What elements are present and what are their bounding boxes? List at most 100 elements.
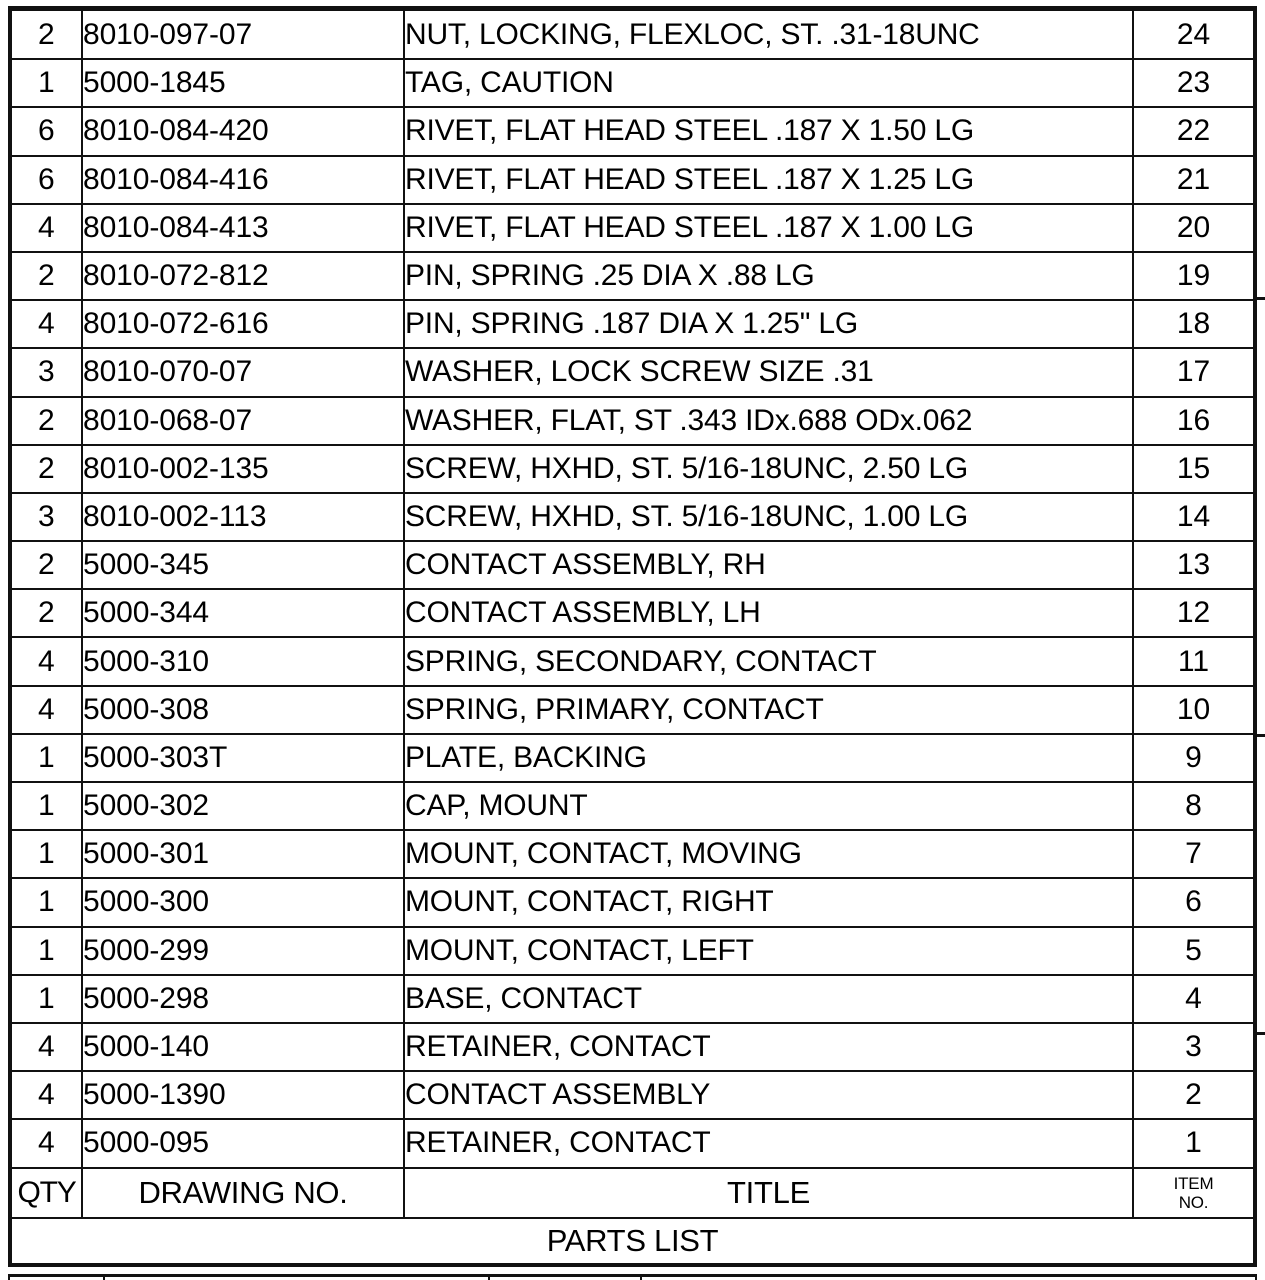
cell-qty: 4	[12, 1021, 83, 1073]
parts-list-row: 1 5000-299 MOUNT, CONTACT, LEFT 5	[12, 925, 1253, 976]
parts-list-row: 2 5000-345 CONTACT ASSEMBLY, RH 13	[12, 540, 1253, 591]
cell-drawing-no: 8010-002-135	[81, 443, 405, 494]
cell-title: RIVET, FLAT HEAD STEEL .187 X 1.00 LG	[403, 202, 1134, 253]
cell-drawing-no: 5000-301	[81, 829, 405, 880]
parts-list-row: 1 5000-298 BASE, CONTACT 4	[12, 973, 1253, 1024]
cell-qty: 3	[12, 347, 83, 398]
cell-qty: 1	[12, 58, 83, 109]
cell-drawing-no: 8010-072-812	[81, 250, 405, 302]
cell-title: RETAINER, CONTACT	[403, 1118, 1134, 1169]
cell-qty: 1	[12, 732, 83, 784]
cell-qty: 3	[12, 491, 83, 543]
parts-list-row: 6 8010-084-416 RIVET, FLAT HEAD STEEL .187…	[12, 154, 1253, 205]
cell-title: BASE, CONTACT	[403, 973, 1134, 1024]
cell-title: WASHER, FLAT, ST .343 IDx.688 ODx.062	[403, 395, 1134, 446]
cell-drawing-no: 5000-1845	[81, 58, 405, 109]
cell-title: CONTACT ASSEMBLY	[403, 1070, 1134, 1121]
cell-item-no: 18	[1132, 299, 1253, 350]
cell-item-no: 10	[1132, 684, 1253, 735]
cell-qty: 1	[12, 877, 83, 928]
parts-list-row: 6 8010-084-420 RIVET, FLAT HEAD STEEL .187…	[12, 106, 1253, 157]
parts-list-row: 1 5000-1845 TAG, CAUTION 23	[12, 58, 1253, 109]
cell-qty: 1	[12, 829, 83, 880]
cell-drawing-no: 8010-072-616	[81, 299, 405, 350]
cell-title: SCREW, HXHD, ST. 5/16-18UNC, 1.00 LG	[403, 491, 1134, 543]
sheet-zone-tick	[1257, 1032, 1265, 1035]
cell-drawing-no: 5000-310	[81, 636, 405, 687]
parts-list-row: 2 8010-002-135 SCREW, HXHD, ST. 5/16-18UNC…	[12, 443, 1253, 494]
cell-qty: 2	[12, 588, 83, 639]
cell-qty: 4	[12, 684, 83, 735]
cell-qty: 4	[12, 636, 83, 687]
parts-list-header-row: QTY DRAWING NO. TITLE ITEM NO.	[12, 1166, 1253, 1219]
title-block-sliver	[8, 1274, 1257, 1280]
parts-list-row: 2 8010-097-07 NUT, LOCKING, FLEXLOC, ST. .…	[12, 11, 1253, 61]
cell-item-no: 12	[1132, 588, 1253, 639]
cell-qty: 4	[12, 299, 83, 350]
header-item-no-line1: ITEM	[1173, 1173, 1214, 1193]
parts-list-row: 4 5000-140 RETAINER, CONTACT 3	[12, 1021, 1253, 1073]
cell-drawing-no: 5000-299	[81, 925, 405, 976]
drawing-sheet: 2 8010-097-07 NUT, LOCKING, FLEXLOC, ST. .…	[0, 0, 1265, 1280]
cell-qty: 2	[12, 443, 83, 494]
cell-item-no: 14	[1132, 491, 1253, 543]
cell-drawing-no: 5000-1390	[81, 1070, 405, 1121]
cell-title: PLATE, BACKING	[403, 732, 1134, 784]
parts-list-row: 1 5000-301 MOUNT, CONTACT, MOVING 7	[12, 829, 1253, 880]
header-item-no: ITEM NO.	[1132, 1166, 1253, 1219]
cell-qty: 4	[12, 1070, 83, 1121]
cell-item-no: 11	[1132, 636, 1253, 687]
cell-drawing-no: 5000-298	[81, 973, 405, 1024]
parts-list-table: 2 8010-097-07 NUT, LOCKING, FLEXLOC, ST. .…	[12, 11, 1253, 1263]
cell-item-no: 16	[1132, 395, 1253, 446]
cell-title: MOUNT, CONTACT, RIGHT	[403, 877, 1134, 928]
cell-item-no: 2	[1132, 1070, 1253, 1121]
parts-list-row: 4 5000-310 SPRING, SECONDARY, CONTACT 11	[12, 636, 1253, 687]
cell-drawing-no: 5000-345	[81, 540, 405, 591]
cell-title: TAG, CAUTION	[403, 58, 1134, 109]
header-drawing-no: DRAWING NO.	[81, 1166, 405, 1219]
cell-drawing-no: 5000-300	[81, 877, 405, 928]
cell-drawing-no: 5000-302	[81, 780, 405, 832]
cell-drawing-no: 8010-070-07	[81, 347, 405, 398]
cell-item-no: 24	[1132, 11, 1253, 61]
cell-drawing-no: 8010-084-420	[81, 106, 405, 157]
cell-title: SPRING, SECONDARY, CONTACT	[403, 636, 1134, 687]
cell-drawing-no: 5000-140	[81, 1021, 405, 1073]
cell-qty: 6	[12, 154, 83, 205]
parts-list-block: 2 8010-097-07 NUT, LOCKING, FLEXLOC, ST. .…	[8, 6, 1257, 1267]
cell-qty: 4	[12, 202, 83, 253]
cell-drawing-no: 5000-303T	[81, 732, 405, 784]
cell-title: PIN, SPRING .187 DIA X 1.25" LG	[403, 299, 1134, 350]
cell-title: CONTACT ASSEMBLY, RH	[403, 540, 1134, 591]
cell-drawing-no: 8010-084-416	[81, 154, 405, 205]
cell-item-no: 3	[1132, 1021, 1253, 1073]
parts-list-row: 4 5000-1390 CONTACT ASSEMBLY 2	[12, 1070, 1253, 1121]
parts-list-row: 2 5000-344 CONTACT ASSEMBLY, LH 12	[12, 588, 1253, 639]
cell-item-no: 4	[1132, 973, 1253, 1024]
header-qty: QTY	[12, 1166, 83, 1219]
cell-item-no: 1	[1132, 1118, 1253, 1169]
cell-item-no: 8	[1132, 780, 1253, 832]
parts-list-row: 1 5000-302 CAP, MOUNT 8	[12, 780, 1253, 832]
cell-drawing-no: 8010-002-113	[81, 491, 405, 543]
cell-title: NUT, LOCKING, FLEXLOC, ST. .31-18UNC	[403, 11, 1134, 61]
cell-item-no: 21	[1132, 154, 1253, 205]
cell-drawing-no: 5000-095	[81, 1118, 405, 1169]
cell-drawing-no: 5000-344	[81, 588, 405, 639]
sheet-zone-tick	[1257, 734, 1265, 737]
cell-title: RIVET, FLAT HEAD STEEL .187 X 1.50 LG	[403, 106, 1134, 157]
cell-item-no: 19	[1132, 250, 1253, 302]
cell-item-no: 22	[1132, 106, 1253, 157]
cell-drawing-no: 8010-097-07	[81, 11, 405, 61]
cell-item-no: 7	[1132, 829, 1253, 880]
cell-item-no: 6	[1132, 877, 1253, 928]
parts-list-row: 4 5000-095 RETAINER, CONTACT 1	[12, 1118, 1253, 1169]
cell-title: CONTACT ASSEMBLY, LH	[403, 588, 1134, 639]
cell-qty: 2	[12, 11, 83, 61]
cell-title: WASHER, LOCK SCREW SIZE .31	[403, 347, 1134, 398]
header-title: TITLE	[403, 1166, 1134, 1219]
cell-title: CAP, MOUNT	[403, 780, 1134, 832]
cell-qty: 1	[12, 973, 83, 1024]
cell-title: MOUNT, CONTACT, LEFT	[403, 925, 1134, 976]
